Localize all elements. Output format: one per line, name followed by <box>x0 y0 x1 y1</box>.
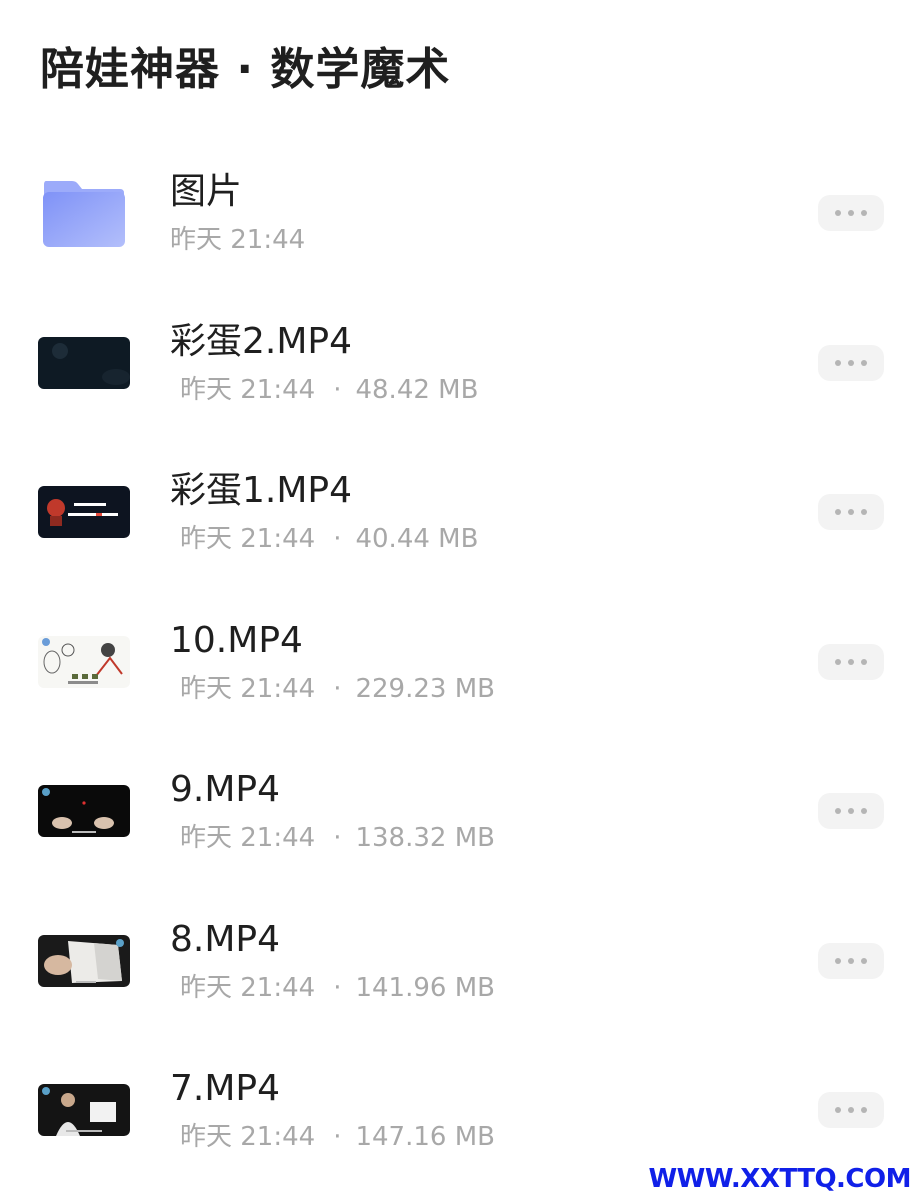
video-thumbnail <box>38 486 130 538</box>
list-item[interactable]: 8.MP4 昨天 21:44 · 141.96 MB <box>0 888 917 1038</box>
file-size: 141.96 MB <box>355 972 495 1003</box>
meta-separator: · <box>333 1122 342 1152</box>
meta-separator: · <box>333 524 342 554</box>
page-title: 陪娃神器 · 数学魔术 <box>40 44 451 95</box>
more-dots-icon <box>835 957 841 964</box>
file-time: 昨天 21:44 <box>180 972 316 1003</box>
file-meta: 昨天 21:44 · 229.23 MB <box>180 673 495 705</box>
file-meta: 昨天 21:44 · 48.42 MB <box>180 374 478 406</box>
file-meta: 昨天 21:44 · 40.44 MB <box>180 523 478 555</box>
file-name: 图片 <box>170 171 243 212</box>
video-thumbnail <box>38 635 130 688</box>
file-time: 昨天 21:44 <box>180 823 316 853</box>
video-thumbnail <box>38 336 130 389</box>
file-name: 10.MP4 <box>170 619 303 661</box>
meta-separator: · <box>333 374 342 405</box>
list-item[interactable]: 彩蛋1.MP4 昨天 21:44 · 40.44 MB <box>0 439 917 589</box>
more-dots-icon <box>835 658 841 665</box>
file-name: 7.MP4 <box>170 1068 281 1109</box>
more-dots-icon <box>835 210 841 216</box>
file-size: 229.23 MB <box>355 673 495 704</box>
more-dots-icon <box>835 359 841 366</box>
meta-separator: · <box>333 673 342 704</box>
file-meta: 昨天 21:44 · 141.96 MB <box>180 972 495 1004</box>
file-meta: 昨天 21:44 <box>170 225 306 255</box>
more-button[interactable] <box>818 643 884 680</box>
file-list: 图片 昨天 21:44 彩蛋2.MP4 昨天 21:44 · 48.42 MB <box>0 140 917 1187</box>
file-name: 彩蛋2.MP4 <box>170 320 353 362</box>
file-size: 48.42 MB <box>355 374 479 405</box>
more-dots-icon <box>835 1107 841 1113</box>
more-dots-icon <box>835 808 841 814</box>
file-meta: 昨天 21:44 · 138.32 MB <box>180 822 495 854</box>
more-button[interactable] <box>818 344 884 381</box>
file-time: 昨天 21:44 <box>180 1122 316 1152</box>
meta-separator: · <box>333 972 342 1003</box>
more-button[interactable] <box>818 942 884 979</box>
file-meta: 昨天 21:44 · 147.16 MB <box>180 1121 495 1153</box>
folder-icon <box>42 181 126 247</box>
more-button[interactable] <box>818 195 884 231</box>
list-item[interactable]: 图片 昨天 21:44 <box>0 140 917 290</box>
watermark: WWW.XXTTQ.COM <box>648 1164 912 1194</box>
file-name: 9.MP4 <box>170 769 281 810</box>
more-button[interactable] <box>818 793 884 829</box>
file-size: 40.44 MB <box>355 524 479 554</box>
more-button[interactable] <box>818 1092 884 1128</box>
video-thumbnail <box>38 1084 130 1136</box>
file-size: 138.32 MB <box>355 823 495 853</box>
more-dots-icon <box>835 509 841 515</box>
file-name: 彩蛋1.MP4 <box>170 470 353 511</box>
file-time: 昨天 21:44 <box>180 524 316 554</box>
file-time: 昨天 21:44 <box>180 673 316 704</box>
file-size: 147.16 MB <box>355 1122 495 1152</box>
more-button[interactable] <box>818 494 884 530</box>
file-time: 昨天 21:44 <box>180 374 316 405</box>
list-item[interactable]: 彩蛋2.MP4 昨天 21:44 · 48.42 MB <box>0 290 917 440</box>
video-thumbnail <box>38 934 130 987</box>
video-thumbnail <box>38 785 130 837</box>
file-name: 8.MP4 <box>170 918 281 960</box>
meta-separator: · <box>333 823 342 853</box>
list-item[interactable]: 9.MP4 昨天 21:44 · 138.32 MB <box>0 738 917 888</box>
list-item[interactable]: 10.MP4 昨天 21:44 · 229.23 MB <box>0 589 917 739</box>
